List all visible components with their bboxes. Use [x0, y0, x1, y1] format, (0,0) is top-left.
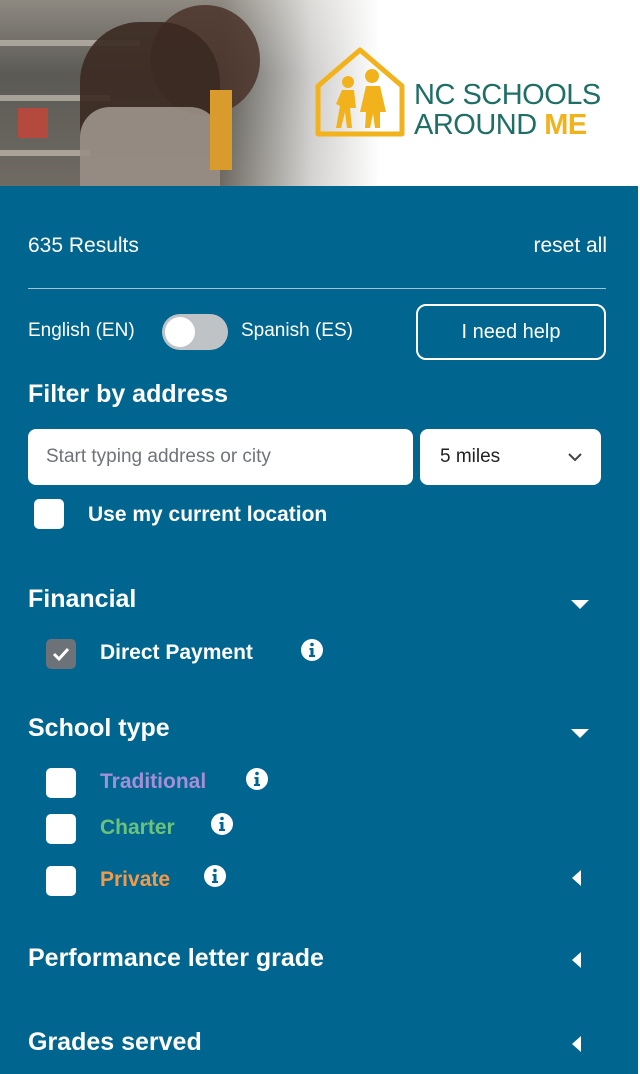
charter-label: Charter — [100, 816, 175, 839]
use-location-label: Use my current location — [88, 503, 328, 526]
logo-line-1: NC SCHOOLS — [414, 79, 601, 111]
divider — [28, 288, 606, 289]
financial-title: Financial — [28, 585, 137, 613]
logo-line-2: AROUND ME — [414, 110, 601, 140]
use-location-checkbox[interactable] — [34, 499, 64, 529]
results-count: 635 Results — [28, 234, 139, 257]
grades-expand-caret-icon[interactable] — [572, 1036, 581, 1052]
header-banner: NC SCHOOLS AROUND ME — [0, 0, 640, 186]
school-house-icon — [315, 47, 405, 137]
info-icon[interactable] — [245, 767, 269, 791]
traditional-checkbox[interactable] — [46, 768, 76, 798]
language-label-es: Spanish (ES) — [241, 320, 353, 341]
language-label-en: English (EN) — [28, 320, 135, 341]
logo-line-2-accent: ME — [544, 109, 587, 141]
private-expand-caret-icon[interactable] — [572, 870, 581, 886]
distance-value: 5 miles — [440, 446, 501, 467]
filter-by-address-title: Filter by address — [28, 380, 229, 408]
performance-expand-caret-icon[interactable] — [572, 952, 581, 968]
charter-checkbox[interactable] — [46, 814, 76, 844]
info-icon[interactable] — [300, 638, 324, 662]
school-type-title: School type — [28, 714, 170, 742]
help-button[interactable]: I need help — [416, 304, 606, 360]
checkmark-icon — [52, 647, 70, 662]
app-page: NC SCHOOLS AROUND ME 635 Results reset a… — [0, 0, 640, 1074]
filter-panel: 635 Results reset all English (EN) Spani… — [0, 186, 638, 1074]
grades-served-title[interactable]: Grades served — [28, 1028, 202, 1057]
reset-all-link[interactable]: reset all — [533, 234, 607, 258]
financial-collapse-caret-icon[interactable] — [571, 600, 589, 609]
distance-select[interactable]: 5 miles — [420, 429, 601, 485]
address-search-input[interactable] — [28, 429, 413, 485]
logo-line-2-prefix: AROUND — [414, 109, 545, 141]
direct-payment-checkbox[interactable] — [46, 639, 76, 669]
direct-payment-label: Direct Payment — [100, 641, 253, 664]
toggle-knob — [165, 317, 195, 347]
logo-wordmark: NC SCHOOLS AROUND ME — [414, 80, 601, 140]
traditional-label: Traditional — [100, 770, 207, 793]
private-checkbox[interactable] — [46, 866, 76, 896]
nc-schools-logo[interactable]: NC SCHOOLS AROUND ME — [314, 46, 614, 146]
school-type-collapse-caret-icon[interactable] — [571, 729, 589, 738]
performance-grade-title[interactable]: Performance letter grade — [28, 944, 324, 973]
info-icon[interactable] — [203, 864, 227, 888]
info-icon[interactable] — [210, 812, 234, 836]
language-toggle[interactable] — [162, 314, 228, 350]
private-label: Private — [100, 868, 171, 891]
chevron-down-icon — [568, 453, 582, 462]
